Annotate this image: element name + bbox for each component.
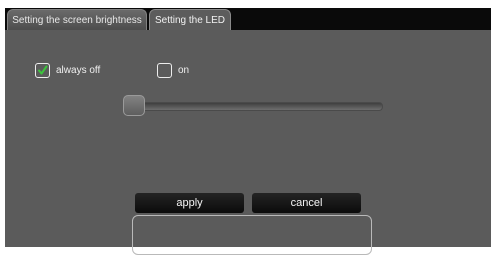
on-option[interactable]: on: [157, 62, 189, 78]
led-settings-panel: always off on: [5, 30, 491, 255]
on-checkbox[interactable]: [157, 62, 172, 78]
on-label: on: [178, 64, 190, 76]
always-off-checkbox[interactable]: [35, 62, 50, 78]
tab-led[interactable]: Setting the LED: [149, 9, 231, 30]
always-off-option[interactable]: always off: [35, 62, 100, 78]
tab-bar: Setting the screen brightness Setting th…: [5, 8, 491, 30]
led-slider-track[interactable]: [123, 102, 383, 111]
always-off-label: always off: [56, 64, 101, 76]
button-group-frame: [132, 215, 372, 255]
cancel-button[interactable]: cancel: [252, 193, 361, 213]
apply-button[interactable]: apply: [135, 193, 244, 213]
led-slider-thumb[interactable]: [123, 95, 145, 116]
tab-screen-brightness[interactable]: Setting the screen brightness: [7, 9, 147, 30]
check-icon: [38, 65, 48, 74]
